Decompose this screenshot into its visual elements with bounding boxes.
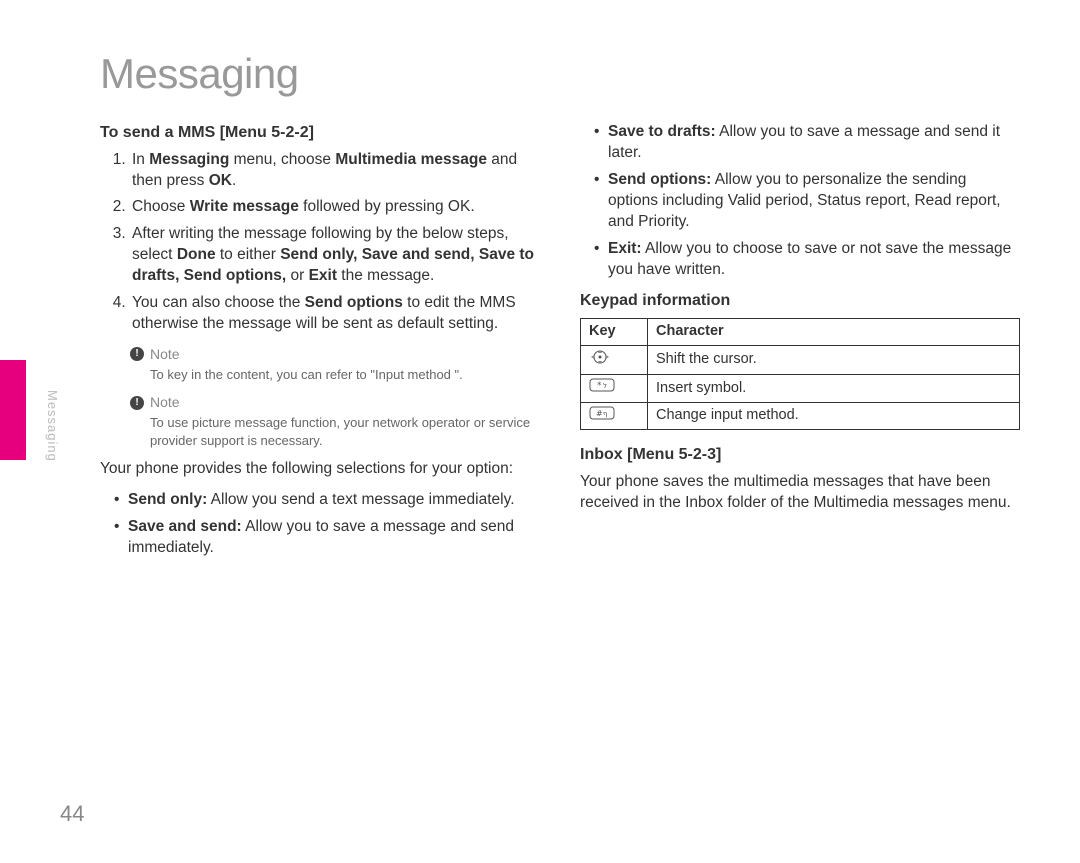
section-heading-inbox: Inbox [Menu 5-2-3] (580, 444, 1020, 466)
star-key-icon: * ל (581, 375, 648, 403)
option-send-options: Send options: Allow you to personalize t… (600, 170, 1020, 233)
steps-list: In Messaging menu, choose Multimedia mes… (100, 150, 540, 335)
svg-text:#: # (596, 409, 603, 418)
options-list-left: Send only: Allow you send a text message… (100, 490, 540, 559)
page-content: Messaging Messaging To send a MMS [Menu … (0, 0, 1080, 863)
two-column-layout: To send a MMS [Menu 5-2-2] In Messaging … (100, 122, 1020, 569)
table-header-key: Key (581, 319, 648, 346)
step-4: You can also choose the Send options to … (130, 293, 540, 335)
table-row: Shift the cursor. (581, 345, 1020, 375)
step-2: Choose Write message followed by pressin… (130, 197, 540, 218)
nav-key-icon (581, 345, 648, 375)
table-cell: Insert symbol. (648, 375, 1020, 403)
options-list-right: Save to drafts: Allow you to save a mess… (580, 122, 1020, 280)
info-icon: ! (130, 396, 144, 410)
selections-intro: Your phone provides the following select… (100, 459, 540, 480)
right-column: Save to drafts: Allow you to save a mess… (580, 122, 1020, 569)
note-1-body: To key in the content, you can refer to … (150, 366, 540, 384)
step-1: In Messaging menu, choose Multimedia mes… (130, 150, 540, 192)
note-2-body: To use picture message function, your ne… (150, 414, 540, 449)
hash-key-icon: # ף (581, 402, 648, 430)
note-1-label: ! Note (130, 345, 540, 364)
note-2: ! Note To use picture message function, … (130, 393, 540, 449)
note-2-label: ! Note (130, 393, 540, 412)
svg-text:ל: ל (603, 382, 607, 390)
option-exit: Exit: Allow you to choose to save or not… (600, 239, 1020, 281)
table-header-row: Key Character (581, 319, 1020, 346)
info-icon: ! (130, 347, 144, 361)
table-row: * ל Insert symbol. (581, 375, 1020, 403)
note-1: ! Note To key in the content, you can re… (130, 345, 540, 383)
option-save-and-send: Save and send: Allow you to save a messa… (120, 517, 540, 559)
step-3: After writing the message following by t… (130, 224, 540, 287)
svg-text:ף: ף (603, 410, 607, 418)
table-cell: Change input method. (648, 402, 1020, 430)
table-header-character: Character (648, 319, 1020, 346)
page-title: Messaging (100, 50, 1020, 98)
keypad-table: Key Character Shift the cursor. (580, 318, 1020, 430)
option-send-only: Send only: Allow you send a text message… (120, 490, 540, 511)
page-number: 44 (60, 801, 84, 827)
table-cell: Shift the cursor. (648, 345, 1020, 375)
side-label: Messaging (45, 390, 60, 462)
section-heading-keypad: Keypad information (580, 290, 1020, 312)
section-heading-send-mms: To send a MMS [Menu 5-2-2] (100, 122, 540, 144)
left-column: To send a MMS [Menu 5-2-2] In Messaging … (100, 122, 540, 569)
inbox-body: Your phone saves the multimedia messages… (580, 472, 1020, 514)
table-row: # ף Change input method. (581, 402, 1020, 430)
option-save-to-drafts: Save to drafts: Allow you to save a mess… (600, 122, 1020, 164)
svg-text:*: * (597, 381, 602, 391)
